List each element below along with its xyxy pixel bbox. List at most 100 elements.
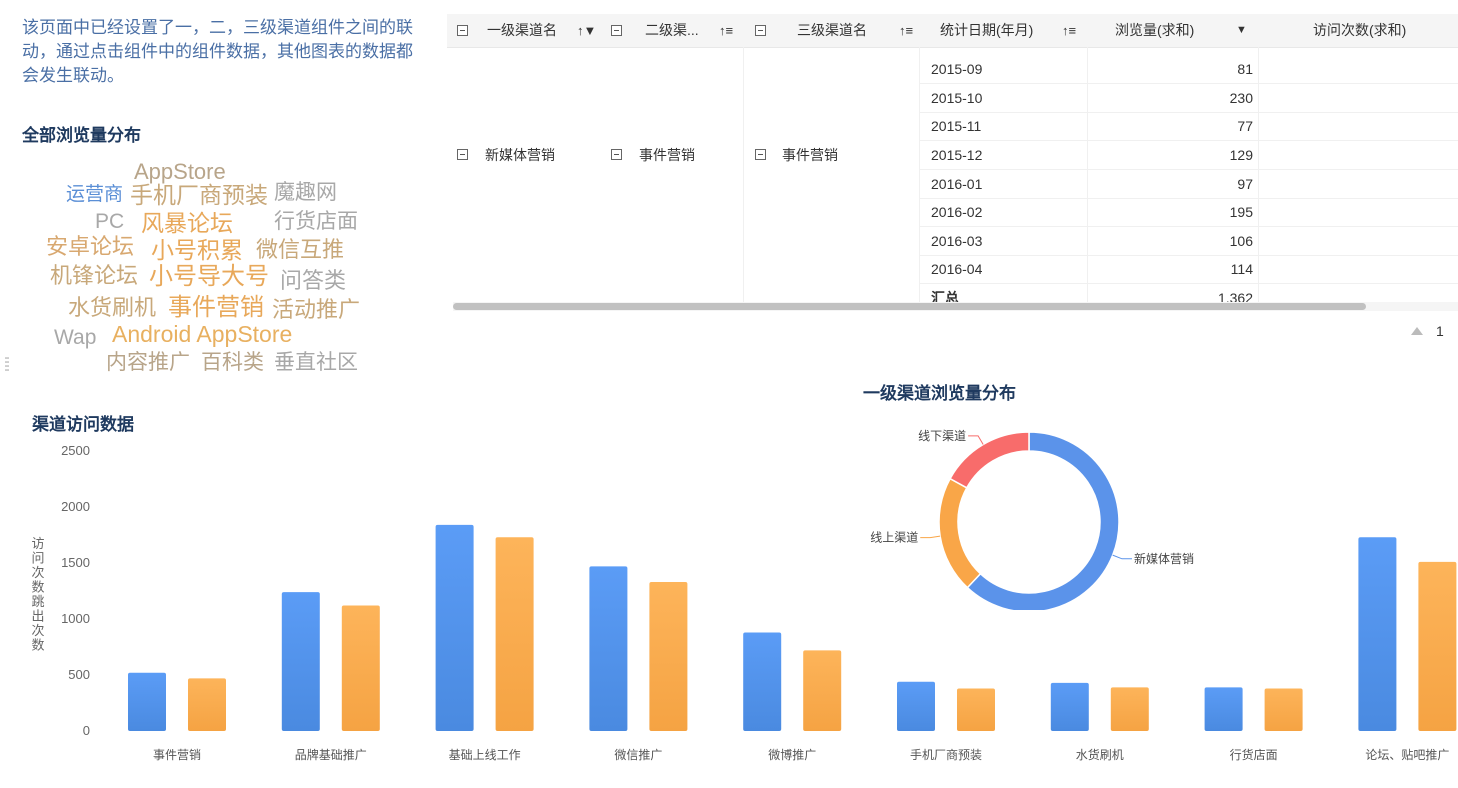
filter-sort-icon[interactable]: ↑▼ <box>577 14 596 47</box>
x-tick-label: 手机厂商预装 <box>910 747 982 762</box>
word-cloud-word[interactable]: 问答类 <box>280 270 346 292</box>
donut-slice[interactable] <box>938 477 982 589</box>
donut-label-line <box>1112 554 1132 560</box>
word-cloud-word[interactable]: Android AppStore <box>112 323 292 346</box>
column-divider <box>1258 47 1259 304</box>
word-cloud-word[interactable]: 小号导大号 <box>149 265 269 289</box>
word-cloud-word[interactable]: 内容推广 <box>106 352 190 373</box>
y-axis-label: 次 <box>31 565 44 580</box>
bar-blue[interactable] <box>128 672 166 731</box>
sort-desc-icon[interactable]: ▼ <box>1236 14 1247 47</box>
collapse-level3-icon[interactable] <box>755 25 766 36</box>
bar-blue[interactable] <box>589 566 628 731</box>
y-tick-label: 1500 <box>61 555 90 570</box>
header-views[interactable]: 浏览量(求和) <box>1115 14 1215 47</box>
bar-blue[interactable] <box>1050 682 1089 731</box>
y-axis-label: 次 <box>31 623 44 638</box>
collapse-all-icon[interactable] <box>457 25 468 36</box>
scrollbar-thumb[interactable] <box>453 303 1366 310</box>
y-axis-label: 访 <box>31 536 44 551</box>
sort-icon[interactable]: ↑≡ <box>899 14 913 47</box>
column-divider <box>919 47 920 304</box>
pivot-table: 一级渠道名 ↑▼ 二级渠... ↑≡ 三级渠道名 ↑≡ 统计日期(年月) ↑≡ … <box>447 14 1458 314</box>
bar-orange[interactable] <box>1264 688 1303 731</box>
word-cloud-word[interactable]: 小号积累 <box>151 239 243 262</box>
cell-date: 2016-04 <box>931 261 983 277</box>
bar-orange[interactable] <box>1110 687 1149 731</box>
word-cloud-word[interactable]: Wap <box>54 327 96 348</box>
word-cloud-word[interactable]: 事件营销 <box>168 296 264 320</box>
bar-blue[interactable] <box>435 524 474 731</box>
sort-icon[interactable]: ↑≡ <box>1062 14 1076 47</box>
donut-label-line <box>920 535 941 539</box>
cell-level3[interactable]: 事件营销 <box>782 145 838 165</box>
collapse-row-icon[interactable] <box>611 149 622 160</box>
header-visits[interactable]: 访问次数(求和) <box>1313 14 1423 47</box>
y-tick-label: 2000 <box>61 499 90 514</box>
word-cloud-word[interactable]: 安卓论坛 <box>46 236 134 258</box>
bar-chart: 05001000150020002500 访问次数跳出次数 事件营销 品牌基础推广… <box>31 443 1457 762</box>
cell-date: 2016-02 <box>931 204 983 220</box>
word-cloud-word[interactable]: 运营商 <box>66 185 123 204</box>
word-cloud-word[interactable]: 活动推广 <box>272 299 360 321</box>
drag-handle-icon[interactable] <box>5 356 9 372</box>
cell-date: 2015-10 <box>931 90 983 106</box>
y-axis-label: 数 <box>31 580 44 595</box>
cell-level1[interactable]: 新媒体营销 <box>485 145 555 165</box>
page-up-icon[interactable] <box>1411 327 1423 335</box>
header-level3[interactable]: 三级渠道名 <box>797 14 887 47</box>
bar-orange[interactable] <box>188 678 226 731</box>
x-tick-label: 微博推广 <box>768 747 816 762</box>
word-cloud-word[interactable]: 微信互推 <box>256 239 344 261</box>
y-tick-label: 2500 <box>61 443 90 458</box>
y-axis-label: 问 <box>31 551 44 566</box>
word-cloud-word[interactable]: 垂直社区 <box>274 352 358 373</box>
bar-orange[interactable] <box>1418 561 1457 731</box>
horizontal-scrollbar[interactable] <box>453 302 1458 311</box>
cell-views: 97 <box>1237 176 1253 192</box>
cell-date: 2016-03 <box>931 233 983 249</box>
cell-views: 129 <box>1229 147 1253 163</box>
x-tick-label: 论坛、贴吧推广 <box>1365 748 1449 762</box>
cell-date: 2015-11 <box>931 118 982 134</box>
donut-label-line <box>968 435 984 445</box>
donut-label: 线下渠道 <box>918 429 966 443</box>
cell-views: 81 <box>1237 61 1253 77</box>
x-tick-label: 事件营销 <box>153 748 201 762</box>
sort-icon[interactable]: ↑≡ <box>719 14 733 47</box>
bar-blue[interactable] <box>281 592 320 731</box>
bar-orange[interactable] <box>649 582 688 731</box>
cell-level2[interactable]: 事件营销 <box>639 145 695 165</box>
cell-views: 230 <box>1229 90 1253 106</box>
bar-blue[interactable] <box>743 632 782 731</box>
word-cloud-word[interactable]: 魔趣网 <box>274 182 337 203</box>
collapse-row-icon[interactable] <box>755 149 766 160</box>
word-cloud-word[interactable]: 百科类 <box>201 352 264 373</box>
word-cloud-word[interactable]: PC <box>95 211 124 232</box>
bar-orange[interactable] <box>341 605 380 731</box>
bar-blue[interactable] <box>1204 687 1243 731</box>
cell-date: 2015-09 <box>931 61 983 77</box>
donut-label: 新媒体营销 <box>1134 551 1194 566</box>
word-cloud: AppStore 运营商 手机厂商预装 魔趣网 PC 风暴论坛 行货店面 安卓论… <box>30 156 410 381</box>
word-cloud-word[interactable]: 风暴论坛 <box>141 212 233 235</box>
bar-orange[interactable] <box>495 537 534 731</box>
word-cloud-word[interactable]: 机锋论坛 <box>50 265 138 287</box>
bar-blue[interactable] <box>1358 537 1397 731</box>
header-date[interactable]: 统计日期(年月) <box>940 14 1050 47</box>
collapse-level2-icon[interactable] <box>611 25 622 36</box>
word-cloud-word[interactable]: AppStore <box>134 161 226 183</box>
column-divider <box>1087 47 1088 304</box>
bar-orange[interactable] <box>803 650 842 731</box>
word-cloud-word[interactable]: 行货店面 <box>274 211 358 232</box>
bar-orange[interactable] <box>957 688 995 731</box>
word-cloud-word[interactable]: 手机厂商预装 <box>130 184 268 207</box>
table-header: 一级渠道名 ↑▼ 二级渠... ↑≡ 三级渠道名 ↑≡ 统计日期(年月) ↑≡ … <box>447 14 1458 48</box>
word-cloud-word[interactable]: 水货刷机 <box>68 297 156 319</box>
header-level1[interactable]: 一级渠道名 <box>487 14 567 47</box>
donut-chart: 新媒体营销 线上渠道 线下渠道 <box>870 429 1194 610</box>
y-axis-label: 跳 <box>31 594 44 609</box>
collapse-row-icon[interactable] <box>457 149 468 160</box>
header-level2[interactable]: 二级渠... <box>645 14 707 47</box>
bar-blue[interactable] <box>897 681 935 731</box>
